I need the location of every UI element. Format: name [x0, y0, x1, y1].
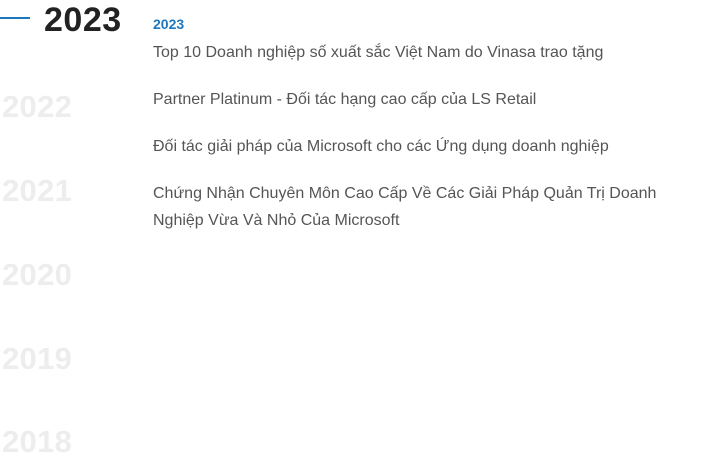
timeline-year-2020[interactable]: 2020 [2, 257, 72, 293]
active-year-indicator-line [0, 17, 30, 19]
awards-content: 2023 Top 10 Doanh nghiệp số xuất sắc Việ… [153, 14, 705, 234]
section-year-heading: 2023 [153, 16, 185, 32]
award-item: Partner Platinum - Đối tác hạng cao cấp … [153, 91, 537, 108]
awards-list: Top 10 Doanh nghiệp số xuất sắc Việt Nam… [153, 39, 705, 234]
award-item: Top 10 Doanh nghiệp số xuất sắc Việt Nam… [153, 44, 604, 61]
timeline-year-2019[interactable]: 2019 [2, 341, 72, 377]
timeline-year-2022[interactable]: 2022 [2, 89, 72, 125]
award-item: Đối tác giải pháp của Microsoft cho các … [153, 138, 609, 155]
timeline-year-2018[interactable]: 2018 [2, 424, 72, 459]
timeline-year-active[interactable]: 2023 [44, 0, 122, 40]
award-item: Chứng Nhận Chuyên Môn Cao Cấp Về Các Giả… [153, 185, 657, 229]
timeline-year-2021[interactable]: 2021 [2, 173, 72, 209]
awards-timeline: 2023 2022 2021 2020 2019 2018 2023 Top 1… [0, 0, 705, 459]
